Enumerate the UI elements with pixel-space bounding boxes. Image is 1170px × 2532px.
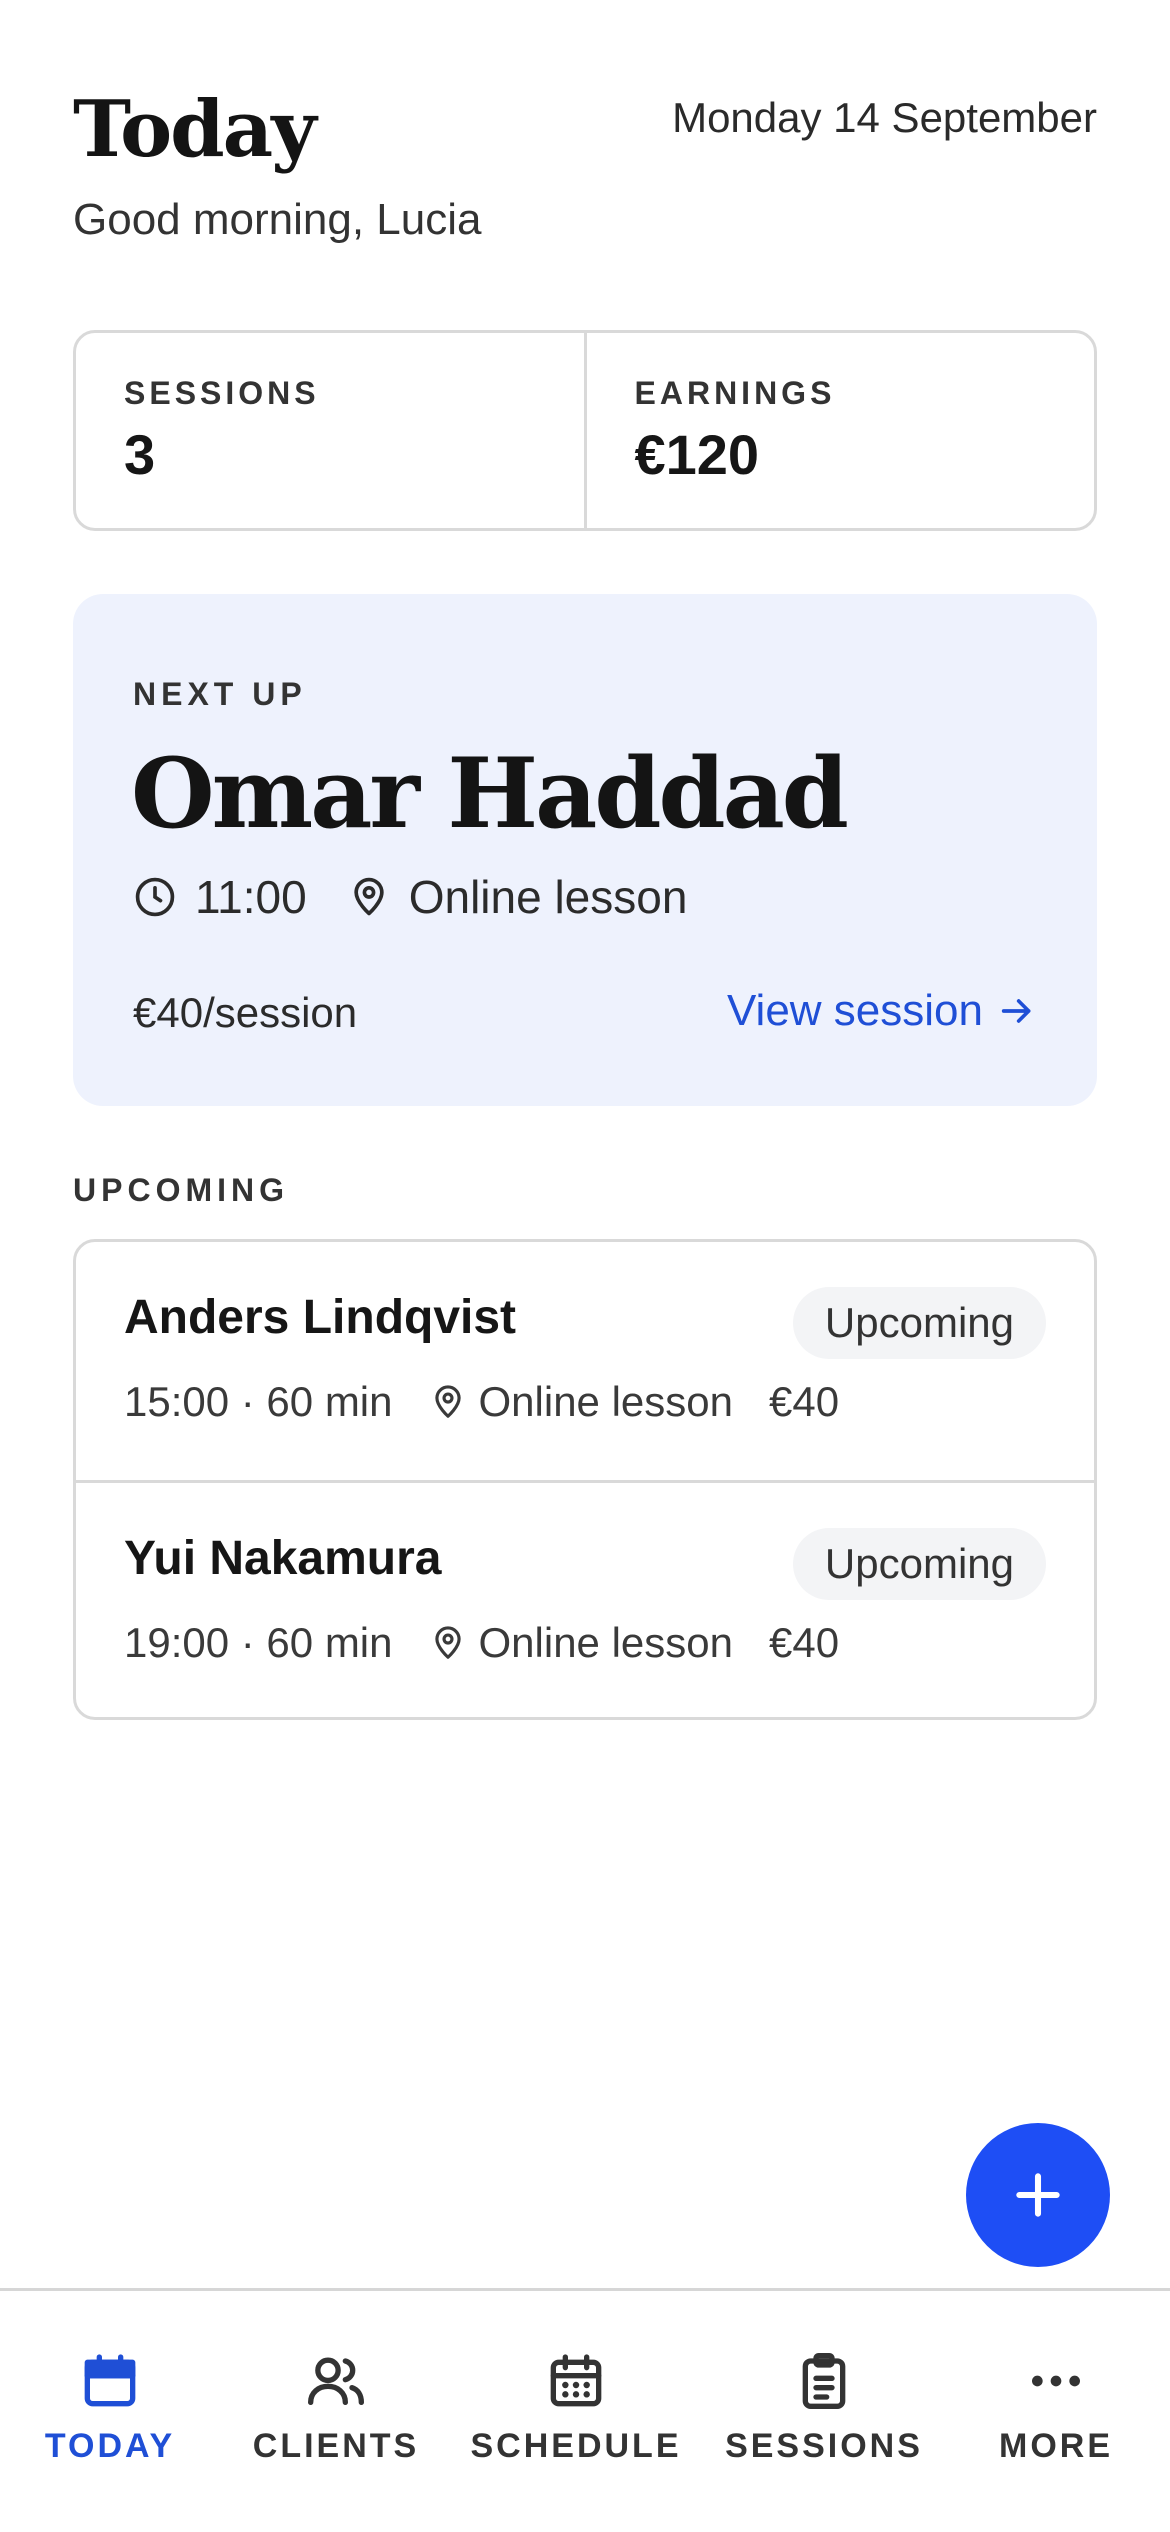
- nav-item-today[interactable]: TODAY: [0, 2349, 225, 2466]
- upcoming-section-label: UPCOMING: [73, 1172, 289, 1208]
- clipboard-icon: [802, 2353, 846, 2409]
- nav-label: MORE: [999, 2427, 1113, 2465]
- calendar-icon: [84, 2354, 136, 2407]
- nav-label: CLIENTS: [252, 2427, 420, 2465]
- add-session-button[interactable]: [966, 2123, 1110, 2267]
- location-pin-icon: [354, 877, 384, 916]
- next-up-location: Online lesson: [408, 871, 688, 923]
- session-time: 15:00 · 60 min: [124, 1378, 393, 1425]
- status-badge: Upcoming: [792, 1287, 1046, 1359]
- users-icon: [308, 2357, 364, 2405]
- stat-sessions: SESSIONS 3: [76, 333, 584, 528]
- list-item[interactable]: Yui Nakamura Upcoming 19:00 · 60 min Onl…: [76, 1480, 1094, 1717]
- nav-label: SCHEDULE: [470, 2427, 682, 2465]
- nav-item-clients[interactable]: CLIENTS: [221, 2349, 451, 2466]
- session-meta: 19:00 · 60 min Online lesson €40: [124, 1619, 839, 1667]
- client-name: Yui Nakamura: [124, 1532, 442, 1585]
- session-meta: 15:00 · 60 min Online lesson €40: [124, 1378, 839, 1426]
- session-location: Online lesson: [478, 1619, 733, 1666]
- stats-card: SESSIONS 3 EARNINGS €120: [73, 330, 1097, 531]
- page-title: Today: [73, 84, 317, 175]
- nav-label: SESSIONS: [725, 2427, 923, 2465]
- stat-value: 3: [124, 423, 156, 486]
- stat-earnings: EARNINGS €120: [583, 333, 1095, 528]
- next-up-meta: 11:00 Online lesson: [133, 870, 687, 924]
- view-session-link[interactable]: View session: [727, 986, 1037, 1036]
- nav-item-sessions[interactable]: SESSIONS: [709, 2349, 939, 2466]
- bottom-nav: TODAY CLIENTS SCHEDULE SESSIONS MORE: [0, 2288, 1170, 2532]
- session-price: €40: [768, 1619, 840, 1666]
- location-pin-icon: [434, 1626, 461, 1659]
- location-pin-icon: [434, 1385, 461, 1418]
- more-icon: [1032, 2375, 1080, 2387]
- upcoming-list: Anders Lindqvist Upcoming 15:00 · 60 min…: [73, 1239, 1097, 1720]
- status-badge: Upcoming: [792, 1528, 1046, 1600]
- session-time: 19:00 · 60 min: [124, 1619, 393, 1666]
- calendar-grid-icon: [550, 2354, 602, 2407]
- next-up-time: 11:00: [195, 871, 307, 923]
- nav-item-schedule[interactable]: SCHEDULE: [461, 2349, 691, 2466]
- nav-item-more[interactable]: MORE: [941, 2349, 1170, 2466]
- next-up-label: NEXT UP: [133, 676, 307, 712]
- greeting: Good morning, Lucia: [73, 195, 482, 244]
- next-up-price: €40/session: [133, 989, 358, 1036]
- stat-label: EARNINGS: [634, 375, 836, 411]
- today-screen: Today Monday 14 September Good morning, …: [0, 0, 1170, 2532]
- next-up-card[interactable]: NEXT UP Omar Haddad 11:00 Online lesson …: [73, 594, 1097, 1106]
- plus-icon: [1016, 2173, 1060, 2217]
- session-location: Online lesson: [478, 1378, 733, 1425]
- stat-value: €120: [634, 423, 760, 486]
- session-price: €40: [768, 1378, 840, 1425]
- header: Today Monday 14 September Good morning, …: [73, 80, 1097, 260]
- arrow-right-icon: [1001, 999, 1031, 1023]
- nav-label: TODAY: [44, 2427, 176, 2465]
- clock-icon: [135, 877, 175, 917]
- view-session-label: View session: [727, 986, 983, 1035]
- stat-label: SESSIONS: [124, 375, 320, 411]
- client-name: Anders Lindqvist: [124, 1291, 517, 1344]
- list-item[interactable]: Anders Lindqvist Upcoming 15:00 · 60 min…: [76, 1242, 1094, 1480]
- current-date: Monday 14 September: [672, 94, 1097, 141]
- next-client-name: Omar Haddad: [131, 737, 849, 850]
